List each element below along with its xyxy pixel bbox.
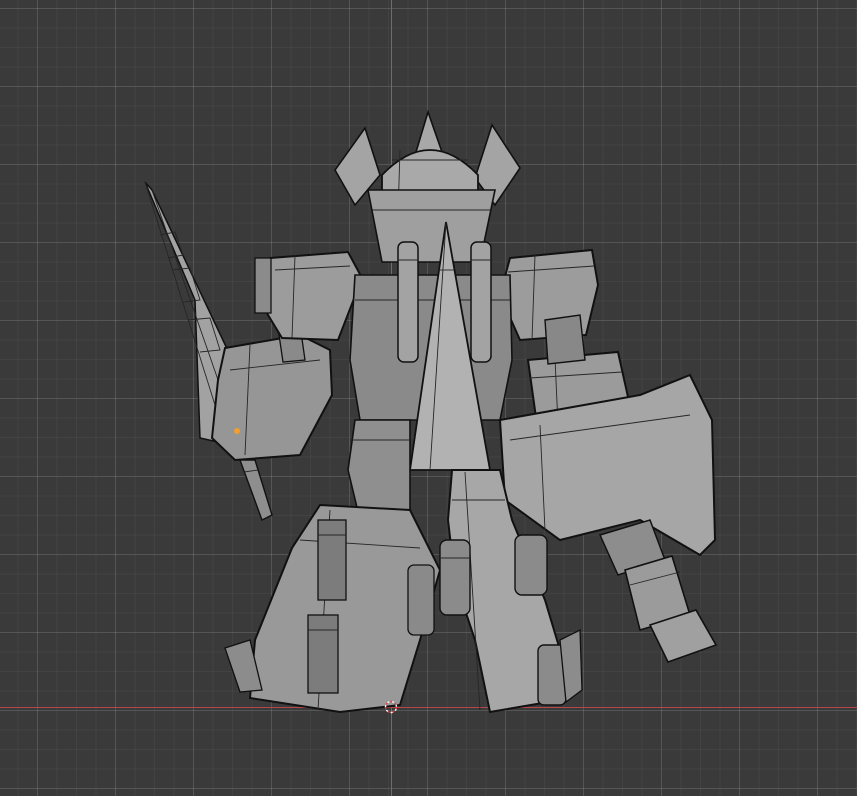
head-mesh[interactable] bbox=[334, 109, 521, 263]
origin-point-icon bbox=[234, 428, 240, 434]
left-fist-mesh[interactable] bbox=[210, 324, 334, 462]
left-shoulder-mesh[interactable] bbox=[254, 250, 364, 342]
left-leg-mesh[interactable] bbox=[224, 419, 442, 714]
3d-viewport[interactable] bbox=[0, 0, 857, 796]
robot-mesh[interactable] bbox=[0, 0, 857, 796]
3d-cursor-icon[interactable] bbox=[384, 700, 398, 714]
